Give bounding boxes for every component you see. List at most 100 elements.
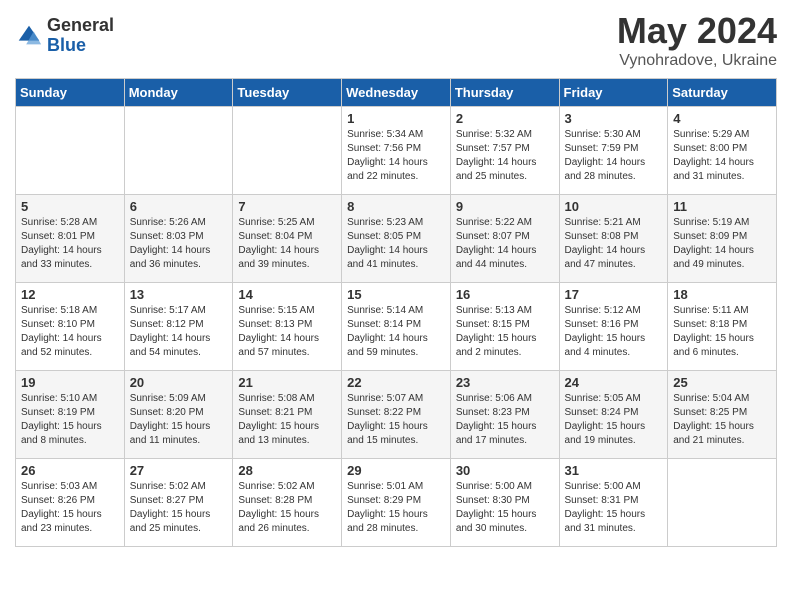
day-cell-17: 17 Sunrise: 5:12 AM Sunset: 8:16 PM Dayli… xyxy=(559,283,668,371)
week-row-1: 1Sunrise: 5:34 AM Sunset: 7:56 PM Daylig… xyxy=(16,107,777,195)
day-cell-10: 10 Sunrise: 5:21 AM Sunset: 8:08 PM Dayli… xyxy=(559,195,668,283)
header-cell-tuesday: Tuesday xyxy=(233,79,342,107)
day-info: Sunrise: 5:29 AM Sunset: 8:00 PM Dayligh… xyxy=(673,128,771,184)
empty-cell xyxy=(668,459,777,547)
day-info: Sunrise: 5:12 AM Sunset: 8:16 PM Dayligh… xyxy=(565,304,663,360)
day-info: Sunrise: 5:11 AM Sunset: 8:18 PM Dayligh… xyxy=(673,304,771,360)
day-info: Sunrise: 5:28 AM Sunset: 8:01 PM Dayligh… xyxy=(21,216,119,272)
header-row: SundayMondayTuesdayWednesdayThursdayFrid… xyxy=(16,79,777,107)
day-info: Sunrise: 5:02 AM Sunset: 8:28 PM Dayligh… xyxy=(238,480,336,536)
day-cell-13: 13 Sunrise: 5:17 AM Sunset: 8:12 PM Dayli… xyxy=(124,283,233,371)
day-number: 3 xyxy=(565,111,663,126)
day-cell-5: 5 Sunrise: 5:28 AM Sunset: 8:01 PM Daylig… xyxy=(16,195,125,283)
day-number: 21 xyxy=(238,375,336,390)
title-block: May 2024 Vynohradove, Ukraine xyxy=(617,10,777,70)
day-info: Sunrise: 5:00 AM Sunset: 8:30 PM Dayligh… xyxy=(456,480,554,536)
day-info: Sunrise: 5:18 AM Sunset: 8:10 PM Dayligh… xyxy=(21,304,119,360)
day-cell-24: 24Sunrise: 5:05 AM Sunset: 8:24 PM Dayli… xyxy=(559,371,668,459)
day-info: Sunrise: 5:14 AM Sunset: 8:14 PM Dayligh… xyxy=(347,304,445,360)
logo: General Blue xyxy=(15,16,114,56)
day-number: 24 xyxy=(565,375,663,390)
day-number: 17 xyxy=(565,287,663,302)
day-number: 25 xyxy=(673,375,771,390)
day-cell-8: 8 Sunrise: 5:23 AM Sunset: 8:05 PM Daylig… xyxy=(342,195,451,283)
day-info: Sunrise: 5:03 AM Sunset: 8:26 PM Dayligh… xyxy=(21,480,119,536)
day-info: Sunrise: 5:08 AM Sunset: 8:21 PM Dayligh… xyxy=(238,392,336,448)
day-cell-12: 12 Sunrise: 5:18 AM Sunset: 8:10 PM Dayli… xyxy=(16,283,125,371)
day-info: Sunrise: 5:30 AM Sunset: 7:59 PM Dayligh… xyxy=(565,128,663,184)
calendar-header: SundayMondayTuesdayWednesdayThursdayFrid… xyxy=(16,79,777,107)
day-cell-22: 22Sunrise: 5:07 AM Sunset: 8:22 PM Dayli… xyxy=(342,371,451,459)
month-year-title: May 2024 xyxy=(617,10,777,52)
logo-icon xyxy=(15,22,43,50)
day-number: 28 xyxy=(238,463,336,478)
day-cell-29: 29 Sunrise: 5:01 AM Sunset: 8:29 PM Dayli… xyxy=(342,459,451,547)
day-cell-21: 21 Sunrise: 5:08 AM Sunset: 8:21 PM Dayli… xyxy=(233,371,342,459)
day-info: Sunrise: 5:19 AM Sunset: 8:09 PM Dayligh… xyxy=(673,216,771,272)
day-cell-2: 2 Sunrise: 5:32 AM Sunset: 7:57 PM Daylig… xyxy=(450,107,559,195)
day-info: Sunrise: 5:21 AM Sunset: 8:08 PM Dayligh… xyxy=(565,216,663,272)
day-info: Sunrise: 5:06 AM Sunset: 8:23 PM Dayligh… xyxy=(456,392,554,448)
day-cell-18: 18 Sunrise: 5:11 AM Sunset: 8:18 PM Dayli… xyxy=(668,283,777,371)
empty-cell xyxy=(233,107,342,195)
day-number: 12 xyxy=(21,287,119,302)
day-info: Sunrise: 5:13 AM Sunset: 8:15 PM Dayligh… xyxy=(456,304,554,360)
day-info: Sunrise: 5:10 AM Sunset: 8:19 PM Dayligh… xyxy=(21,392,119,448)
day-number: 9 xyxy=(456,199,554,214)
header-cell-monday: Monday xyxy=(124,79,233,107)
week-row-3: 12 Sunrise: 5:18 AM Sunset: 8:10 PM Dayli… xyxy=(16,283,777,371)
day-number: 1 xyxy=(347,111,445,126)
day-number: 27 xyxy=(130,463,228,478)
header-cell-sunday: Sunday xyxy=(16,79,125,107)
day-number: 23 xyxy=(456,375,554,390)
day-number: 15 xyxy=(347,287,445,302)
day-info: Sunrise: 5:23 AM Sunset: 8:05 PM Dayligh… xyxy=(347,216,445,272)
day-info: Sunrise: 5:25 AM Sunset: 8:04 PM Dayligh… xyxy=(238,216,336,272)
day-info: Sunrise: 5:17 AM Sunset: 8:12 PM Dayligh… xyxy=(130,304,228,360)
day-number: 19 xyxy=(21,375,119,390)
day-number: 20 xyxy=(130,375,228,390)
logo-blue: Blue xyxy=(47,36,114,56)
day-cell-19: 19 Sunrise: 5:10 AM Sunset: 8:19 PM Dayli… xyxy=(16,371,125,459)
day-cell-23: 23 Sunrise: 5:06 AM Sunset: 8:23 PM Dayli… xyxy=(450,371,559,459)
empty-cell xyxy=(124,107,233,195)
day-number: 22 xyxy=(347,375,445,390)
logo-general: General xyxy=(47,16,114,36)
location-subtitle: Vynohradove, Ukraine xyxy=(617,52,777,70)
day-cell-20: 20 Sunrise: 5:09 AM Sunset: 8:20 PM Dayli… xyxy=(124,371,233,459)
day-cell-26: 26 Sunrise: 5:03 AM Sunset: 8:26 PM Dayli… xyxy=(16,459,125,547)
logo-text: General Blue xyxy=(47,16,114,56)
day-number: 31 xyxy=(565,463,663,478)
day-number: 6 xyxy=(130,199,228,214)
day-info: Sunrise: 5:02 AM Sunset: 8:27 PM Dayligh… xyxy=(130,480,228,536)
day-number: 29 xyxy=(347,463,445,478)
day-info: Sunrise: 5:04 AM Sunset: 8:25 PM Dayligh… xyxy=(673,392,771,448)
header-cell-saturday: Saturday xyxy=(668,79,777,107)
day-info: Sunrise: 5:09 AM Sunset: 8:20 PM Dayligh… xyxy=(130,392,228,448)
day-cell-4: 4 Sunrise: 5:29 AM Sunset: 8:00 PM Daylig… xyxy=(668,107,777,195)
day-info: Sunrise: 5:32 AM Sunset: 7:57 PM Dayligh… xyxy=(456,128,554,184)
day-info: Sunrise: 5:26 AM Sunset: 8:03 PM Dayligh… xyxy=(130,216,228,272)
week-row-4: 19 Sunrise: 5:10 AM Sunset: 8:19 PM Dayli… xyxy=(16,371,777,459)
page-header: General Blue May 2024 Vynohradove, Ukrai… xyxy=(15,10,777,70)
day-info: Sunrise: 5:00 AM Sunset: 8:31 PM Dayligh… xyxy=(565,480,663,536)
day-number: 7 xyxy=(238,199,336,214)
day-cell-15: 15 Sunrise: 5:14 AM Sunset: 8:14 PM Dayli… xyxy=(342,283,451,371)
day-number: 2 xyxy=(456,111,554,126)
day-cell-11: 11Sunrise: 5:19 AM Sunset: 8:09 PM Dayli… xyxy=(668,195,777,283)
header-cell-thursday: Thursday xyxy=(450,79,559,107)
day-number: 13 xyxy=(130,287,228,302)
day-cell-6: 6 Sunrise: 5:26 AM Sunset: 8:03 PM Daylig… xyxy=(124,195,233,283)
day-cell-3: 3 Sunrise: 5:30 AM Sunset: 7:59 PM Daylig… xyxy=(559,107,668,195)
week-row-5: 26 Sunrise: 5:03 AM Sunset: 8:26 PM Dayli… xyxy=(16,459,777,547)
day-number: 8 xyxy=(347,199,445,214)
day-cell-27: 27 Sunrise: 5:02 AM Sunset: 8:27 PM Dayli… xyxy=(124,459,233,547)
day-number: 4 xyxy=(673,111,771,126)
day-info: Sunrise: 5:01 AM Sunset: 8:29 PM Dayligh… xyxy=(347,480,445,536)
day-number: 18 xyxy=(673,287,771,302)
day-number: 10 xyxy=(565,199,663,214)
day-cell-30: 30Sunrise: 5:00 AM Sunset: 8:30 PM Dayli… xyxy=(450,459,559,547)
day-number: 26 xyxy=(21,463,119,478)
day-info: Sunrise: 5:22 AM Sunset: 8:07 PM Dayligh… xyxy=(456,216,554,272)
day-number: 5 xyxy=(21,199,119,214)
